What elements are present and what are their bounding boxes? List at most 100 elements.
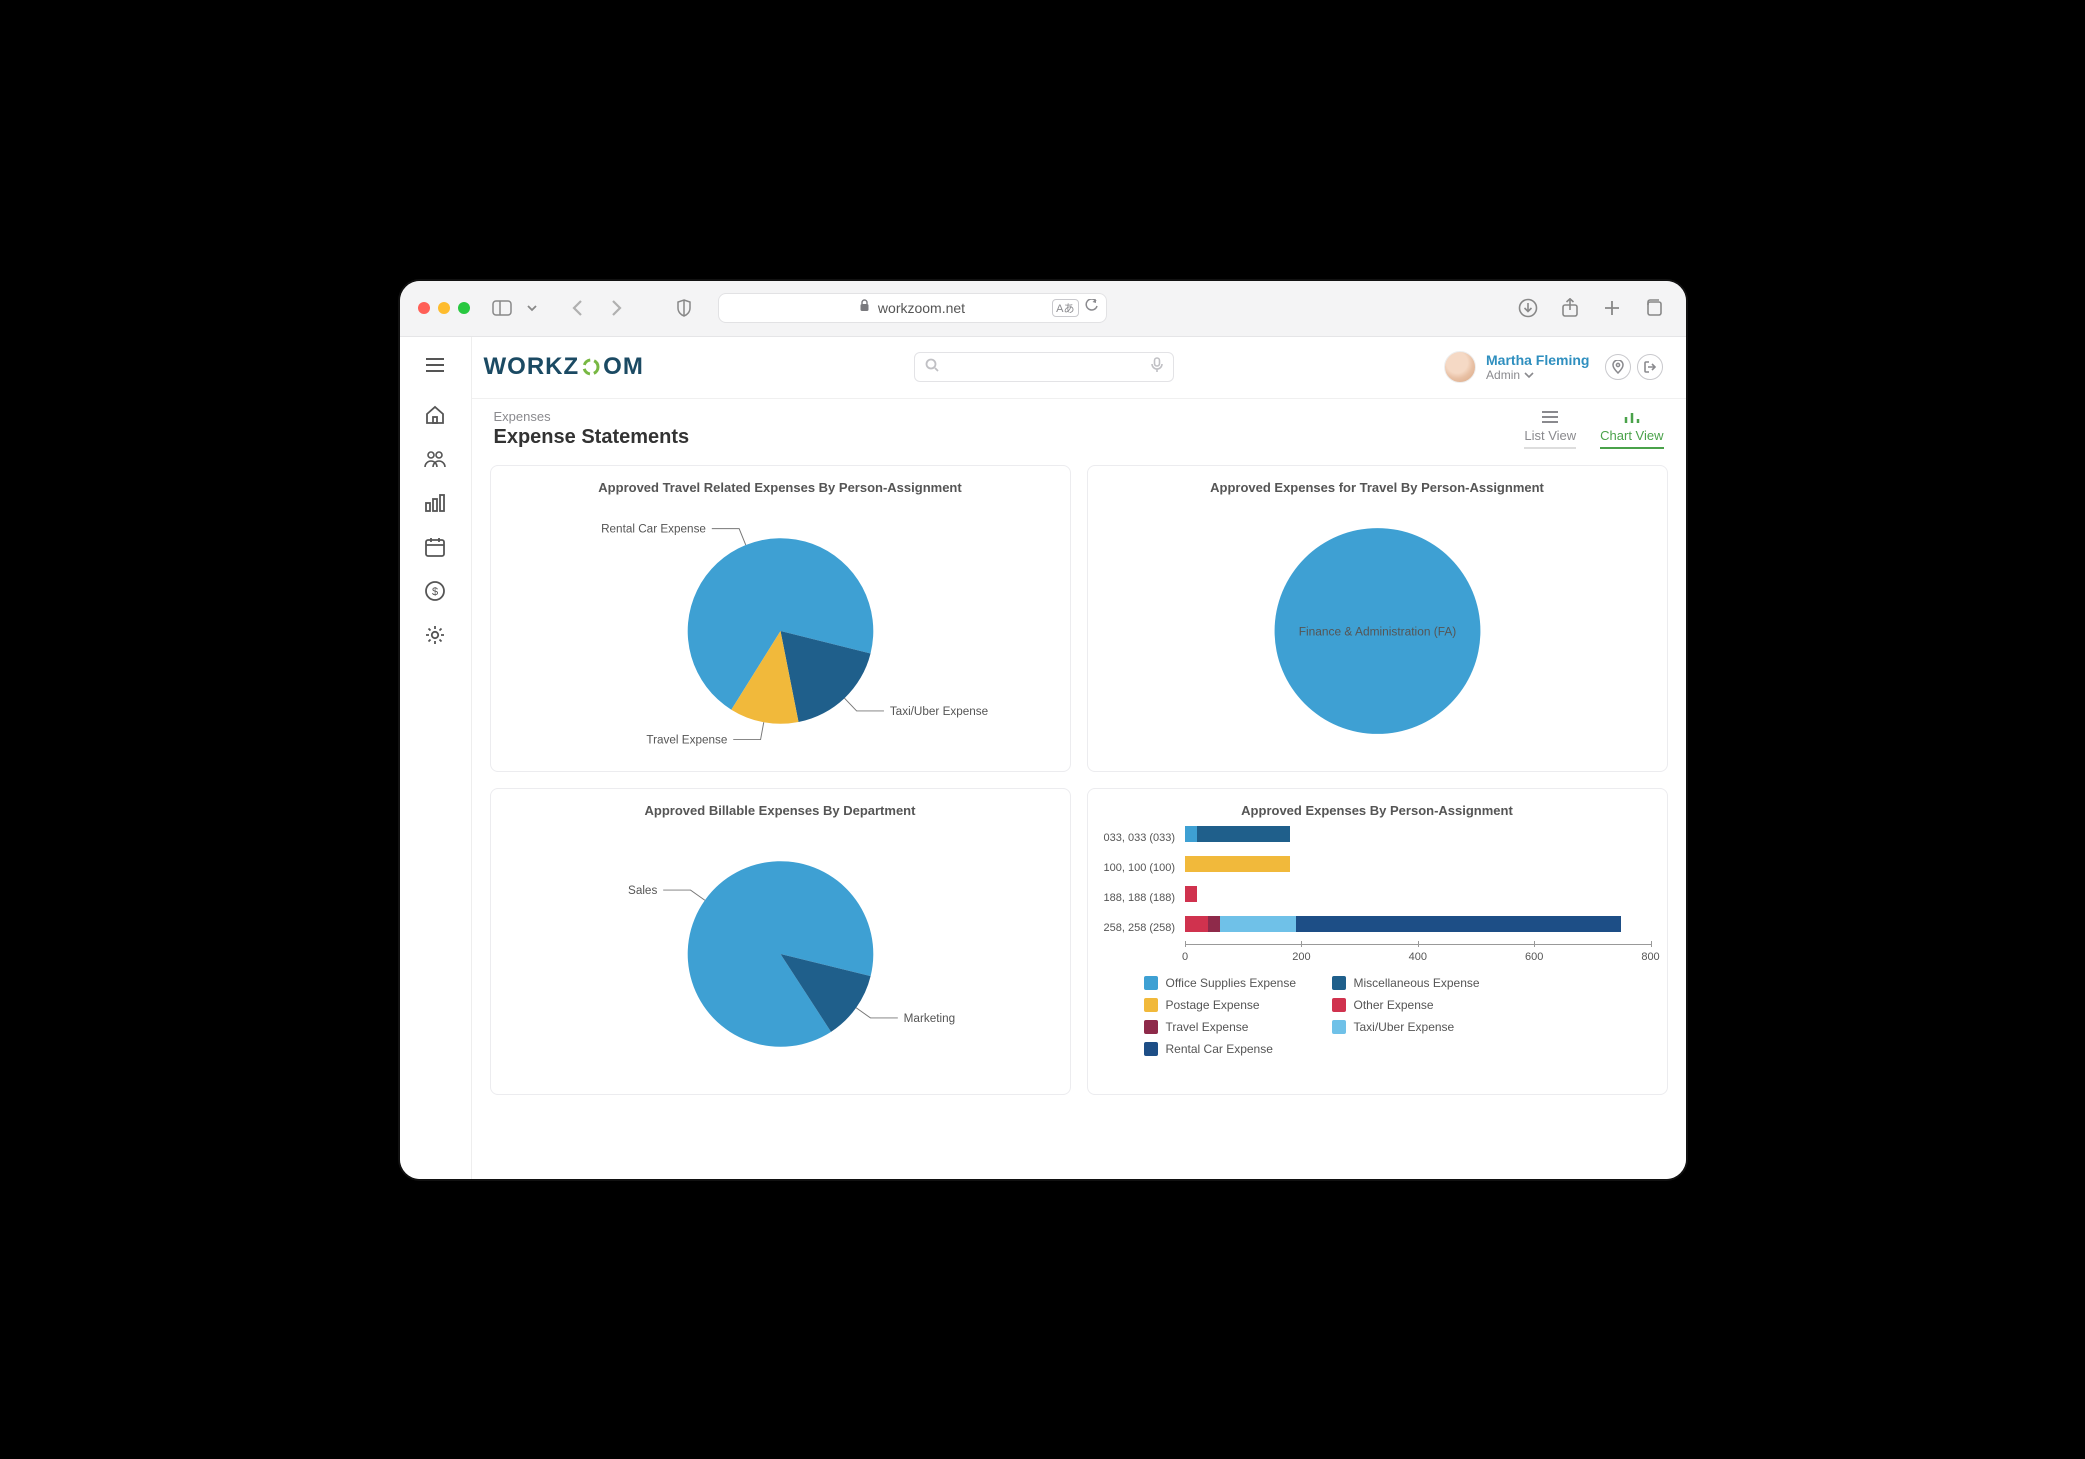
microphone-icon[interactable] (1151, 357, 1163, 378)
browser-toolbar: workzoom.net Aあ (400, 281, 1686, 337)
logout-icon[interactable] (1637, 354, 1663, 380)
app-header: WORKZ OM (472, 337, 1686, 399)
chart-card-by-assignment-bar: Approved Expenses By Person-Assignment 0… (1087, 788, 1668, 1095)
legend-swatch (1144, 1020, 1158, 1034)
left-nav-rail: $ (400, 337, 472, 1179)
maximize-window-button[interactable] (458, 302, 470, 314)
pie-slice-label: Marketing (903, 1011, 954, 1024)
chart-legend: Office Supplies Expense Miscellaneous Exp… (1104, 976, 1651, 1056)
bar-segment[interactable] (1185, 856, 1290, 872)
downloads-icon[interactable] (1514, 294, 1542, 322)
legend-swatch (1332, 1020, 1346, 1034)
legend-item[interactable]: Other Expense (1332, 998, 1492, 1012)
tab-list-view[interactable]: List View (1524, 410, 1576, 449)
legend-item[interactable]: Travel Expense (1144, 1020, 1304, 1034)
translate-icon[interactable]: Aあ (1052, 299, 1078, 317)
bar-segment[interactable] (1296, 916, 1622, 932)
location-pin-icon[interactable] (1605, 354, 1631, 380)
legend-item[interactable]: Rental Car Expense (1144, 1042, 1304, 1056)
chart-title: Approved Travel Related Expenses By Pers… (507, 480, 1054, 495)
axis-tick-label: 400 (1409, 951, 1427, 963)
bar-segment[interactable] (1208, 916, 1220, 932)
app-logo[interactable]: WORKZ OM (484, 353, 644, 381)
bar-category-label: 188, 188 (188) (1104, 888, 1176, 908)
user-role-label: Admin (1486, 368, 1520, 382)
bar-segment[interactable] (1185, 886, 1197, 902)
bar-segment[interactable] (1185, 916, 1208, 932)
logo-text-left: WORKZ (484, 353, 580, 381)
address-bar[interactable]: workzoom.net Aあ (718, 293, 1107, 323)
chevron-down-icon (1524, 371, 1534, 379)
axis-tick-label: 600 (1525, 951, 1543, 963)
bar-row[interactable] (1185, 824, 1650, 844)
user-block: Martha Fleming Admin (1444, 351, 1663, 383)
legend-label: Taxi/Uber Expense (1354, 1020, 1455, 1034)
chart-title: Approved Billable Expenses By Department (507, 803, 1054, 818)
chart-card-travel-related: Approved Travel Related Expenses By Pers… (490, 465, 1071, 772)
view-toggle: List View Chart View (1524, 410, 1663, 449)
shield-icon[interactable] (670, 294, 698, 322)
bar-segment[interactable] (1197, 826, 1290, 842)
chart-title: Approved Expenses for Travel By Person-A… (1104, 480, 1651, 495)
reload-icon[interactable] (1085, 299, 1098, 317)
share-icon[interactable] (1556, 294, 1584, 322)
legend-item[interactable]: Postage Expense (1144, 998, 1304, 1012)
menu-icon[interactable] (421, 351, 449, 379)
bar-category-label: 033, 033 (033) (1104, 828, 1176, 848)
legend-item[interactable]: Taxi/Uber Expense (1332, 1020, 1492, 1034)
legend-label: Other Expense (1354, 998, 1434, 1012)
legend-item[interactable]: Office Supplies Expense (1144, 976, 1304, 990)
breadcrumb[interactable]: Expenses (494, 409, 690, 424)
nav-forward-button[interactable] (602, 294, 630, 322)
tabs-overview-icon[interactable] (1640, 294, 1668, 322)
pie-slice-label: Travel Expense (646, 733, 727, 746)
tab-label: Chart View (1600, 428, 1663, 443)
legend-label: Travel Expense (1166, 1020, 1249, 1034)
legend-item[interactable]: Miscellaneous Expense (1332, 976, 1492, 990)
close-window-button[interactable] (418, 302, 430, 314)
bar-row[interactable] (1185, 914, 1650, 934)
gear-icon[interactable] (421, 621, 449, 649)
tab-chart-view[interactable]: Chart View (1600, 410, 1663, 449)
page-title: Expense Statements (494, 426, 690, 449)
home-icon[interactable] (421, 401, 449, 429)
bar-segment[interactable] (1185, 826, 1197, 842)
search-input[interactable] (947, 360, 1143, 375)
pie-chart[interactable]: SalesMarketing (507, 824, 1054, 1084)
window-controls (418, 302, 470, 314)
bar-row[interactable] (1185, 884, 1650, 904)
user-name[interactable]: Martha Fleming (1486, 352, 1589, 368)
axis-tick-label: 0 (1182, 951, 1188, 963)
pie-chart[interactable]: Finance & Administration (FA) (1104, 501, 1651, 761)
people-icon[interactable] (421, 445, 449, 473)
search-icon (925, 358, 939, 377)
money-icon[interactable]: $ (421, 577, 449, 605)
sidebar-toggle-icon[interactable] (488, 294, 516, 322)
bar-chart[interactable]: 033, 033 (033)100, 100 (100)188, 188 (18… (1104, 824, 1651, 966)
bar-segment[interactable] (1220, 916, 1296, 932)
chevron-down-icon[interactable] (518, 294, 546, 322)
pie-center-label: Finance & Administration (FA) (1298, 624, 1456, 638)
bar-category-label: 258, 258 (258) (1104, 918, 1176, 938)
nav-back-button[interactable] (564, 294, 592, 322)
minimize-window-button[interactable] (438, 302, 450, 314)
legend-label: Rental Car Expense (1166, 1042, 1273, 1056)
user-role-dropdown[interactable]: Admin (1486, 368, 1589, 382)
chart-card-billable-by-dept: Approved Billable Expenses By Department… (490, 788, 1071, 1095)
logo-text-right: OM (603, 353, 644, 381)
svg-text:$: $ (432, 586, 438, 598)
pie-slice-label: Rental Car Expense (601, 522, 706, 535)
new-tab-icon[interactable] (1598, 294, 1626, 322)
analytics-icon[interactable] (421, 489, 449, 517)
pie-chart[interactable]: Rental Car Expense Taxi/Uber Expense Trave… (507, 501, 1054, 761)
legend-swatch (1332, 998, 1346, 1012)
legend-label: Postage Expense (1166, 998, 1260, 1012)
app-search[interactable] (914, 352, 1174, 382)
axis-tick-label: 800 (1641, 951, 1659, 963)
pie-slice-label: Taxi/Uber Expense (889, 704, 987, 717)
calendar-icon[interactable] (421, 533, 449, 561)
avatar[interactable] (1444, 351, 1476, 383)
bar-row[interactable] (1185, 854, 1650, 874)
logo-swirl-icon (581, 357, 601, 377)
legend-swatch (1144, 1042, 1158, 1056)
